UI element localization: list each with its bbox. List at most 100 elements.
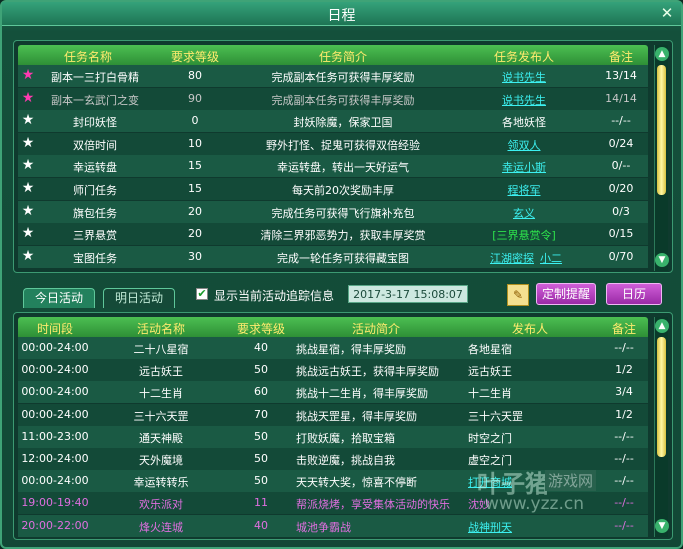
calendar-button[interactable]: 日历	[606, 283, 662, 305]
col-time: 时间段	[36, 322, 73, 336]
table-row[interactable]: ★ 副本一三打白骨精 80 完成副本任务可获得丰厚奖励 说书先生 13/14	[18, 65, 648, 87]
col-task-name: 任务名称	[63, 50, 112, 64]
activity-note: --/--	[614, 429, 634, 443]
close-icon[interactable]: ✕	[659, 5, 675, 21]
task-note: --/--	[611, 114, 631, 128]
table-row[interactable]: ★ 双倍时间 10 野外打怪、捉鬼可获得双倍经验 领双人 0/24	[18, 132, 648, 155]
activity-level: 50	[254, 363, 268, 377]
task-level: 15	[188, 182, 202, 195]
task-publisher[interactable]: 玄义	[454, 205, 594, 221]
activity-time: 00:00-24:00	[21, 474, 89, 488]
table-row[interactable]: 00:00-24:00 三十六天罡 70 挑战天罡星，得丰厚奖励 三十六天罡 1/2	[18, 403, 648, 426]
window-title: 日程	[327, 8, 356, 24]
task-name: 宝图任务	[73, 251, 117, 265]
activity-level: 50	[254, 474, 268, 488]
activity-time: 20:00-22:00	[21, 518, 89, 532]
col-note: 备注	[608, 50, 633, 64]
task-publisher[interactable]: 说书先生	[454, 92, 594, 108]
task-note: 14/14	[605, 91, 637, 105]
activity-name: 远古妖王	[139, 365, 183, 379]
task-name: 旗包任务	[73, 206, 117, 220]
task-level: 15	[188, 159, 202, 173]
tab-today[interactable]: 今日活动	[23, 288, 95, 308]
table-row[interactable]: ★ 封印妖怪 0 封妖除魔，保家卫国 各地妖怪 --/--	[18, 110, 648, 133]
task-publisher[interactable]: 幸运小斯	[454, 159, 594, 175]
task-desc: 每天前20次奖励丰厚	[292, 184, 394, 197]
table-row[interactable]: ★ 宝图任务 30 完成一轮任务可获得藏宝图 江湖密探 小二 0/70	[18, 245, 648, 268]
title-bar[interactable]: 日程 ✕	[2, 2, 681, 26]
scroll-down-icon[interactable]: ▼	[655, 253, 669, 267]
scroll-up-icon[interactable]: ▲	[655, 319, 669, 333]
task-desc: 清除三界邪恶势力，获取丰厚奖赏	[260, 229, 426, 243]
activity-time: 00:00-24:00	[21, 407, 89, 421]
activity-name: 幸运转转乐	[133, 476, 189, 490]
table-row[interactable]: 11:00-23:00 通天神殿 50 打败妖魔，拾取宝箱 时空之门 --/--	[18, 425, 648, 448]
watermark-logo: 叶子猪 游戏网 www.yzz.cn	[477, 464, 647, 524]
task-publisher[interactable]: [三界悬赏令]	[454, 227, 594, 243]
table-row[interactable]: 00:00-24:00 十二生肖 60 挑战十二生肖，得丰厚奖励 十二生肖 3/4	[18, 381, 648, 404]
activity-scrollbar[interactable]: ▲ ▼	[654, 317, 669, 537]
activity-level: 40	[254, 518, 268, 532]
task-name: 副本一玄武门之变	[51, 93, 139, 107]
activity-publisher: 远古妖王	[468, 365, 512, 379]
activity-desc: 城池争霸战	[296, 520, 351, 534]
task-note: 0/--	[611, 159, 631, 173]
activity-name: 三十六天罡	[133, 409, 189, 423]
activity-note: 3/4	[615, 385, 633, 399]
tab-tomorrow[interactable]: 明日活动	[103, 288, 175, 308]
table-row[interactable]: ★ 副本一玄武门之变 90 完成副本任务可获得丰厚奖励 说书先生 14/14	[18, 87, 648, 110]
table-row[interactable]: ★ 幸运转盘 15 幸运转盘，转出一天好运气 幸运小斯 0/--	[18, 155, 648, 178]
activity-level: 60	[254, 385, 268, 399]
activity-desc: 天天转大奖，惊喜不停断	[296, 476, 417, 490]
task-publisher[interactable]: 说书先生	[454, 69, 594, 85]
task-level: 10	[188, 136, 202, 150]
activity-time: 11:00-23:00	[21, 429, 89, 443]
scroll-thumb[interactable]	[657, 65, 666, 195]
table-row[interactable]: 00:00-24:00 远古妖王 50 挑战远古妖王，获得丰厚奖励 远古妖王 1/2	[18, 359, 648, 382]
scroll-up-icon[interactable]: ▲	[655, 47, 669, 61]
task-note: 0/20	[608, 182, 634, 195]
table-row[interactable]: ★ 师门任务 15 每天前20次奖励丰厚 程将军 0/20	[18, 178, 648, 200]
activity-level: 50	[254, 429, 268, 443]
task-level: 30	[188, 249, 202, 263]
task-publisher: 各地妖怪	[502, 116, 546, 130]
task-desc: 完成任务可获得飞行旗补充包	[271, 206, 415, 220]
show-tracking-checkbox[interactable]: ✔	[196, 288, 208, 300]
scroll-thumb[interactable]	[657, 337, 666, 457]
table-row[interactable]: 00:00-24:00 二十八星宿 40 挑战星宿，得丰厚奖励 各地星宿 --/--	[18, 337, 648, 359]
watermark-site: 游戏网	[545, 470, 597, 491]
task-publisher[interactable]: 程将军	[454, 182, 594, 198]
activity-desc: 挑战天罡星，得丰厚奖励	[296, 409, 417, 423]
col-desc: 任务简介	[318, 50, 367, 64]
activity-table-header: 时间段 活动名称 要求等级 活动简介 发布人 备注	[18, 317, 648, 337]
task-name: 幸运转盘	[73, 161, 117, 175]
task-note: 0/15	[608, 227, 634, 241]
table-row[interactable]: ★ 三界悬赏 20 清除三界邪恶势力，获取丰厚奖赏 [三界悬赏令] 0/15	[18, 223, 648, 246]
task-desc: 野外打怪、捉鬼可获得双倍经验	[266, 138, 420, 152]
task-level: 20	[188, 227, 202, 241]
task-name: 师门任务	[73, 184, 117, 197]
current-datetime: 2017-3-17 15:08:07	[348, 285, 468, 303]
task-level: 80	[188, 69, 202, 82]
col-level: 要求等级	[236, 322, 285, 336]
activity-note: --/--	[614, 341, 634, 354]
table-row[interactable]: ★ 旗包任务 20 完成任务可获得飞行旗补充包 玄义 0/3	[18, 200, 648, 223]
col-note: 备注	[611, 322, 636, 336]
task-scrollbar[interactable]: ▲ ▼	[654, 45, 669, 271]
watermark-url: www.yzz.cn	[485, 494, 584, 514]
activity-publisher: 十二生肖	[468, 387, 512, 401]
col-publisher: 发布人	[511, 322, 548, 336]
task-level: 90	[188, 91, 202, 105]
activity-desc: 帮派烧烤，享受集体活动的快乐	[296, 498, 450, 512]
task-publisher[interactable]: 领双人	[454, 137, 594, 153]
activity-name: 欢乐派对	[139, 498, 183, 512]
activity-time: 00:00-24:00	[21, 385, 89, 399]
custom-reminder-button[interactable]: 定制提醒	[536, 283, 596, 305]
notepad-icon[interactable]: ✎	[507, 284, 529, 306]
activity-name: 天外魔境	[139, 454, 183, 467]
task-publisher[interactable]: 江湖密探	[454, 250, 534, 266]
activity-note: 1/2	[615, 407, 633, 421]
scroll-down-icon[interactable]: ▼	[655, 519, 669, 533]
task-publisher-2[interactable]: 小二	[540, 250, 580, 266]
task-desc: 幸运转盘，转出一天好运气	[277, 161, 409, 175]
